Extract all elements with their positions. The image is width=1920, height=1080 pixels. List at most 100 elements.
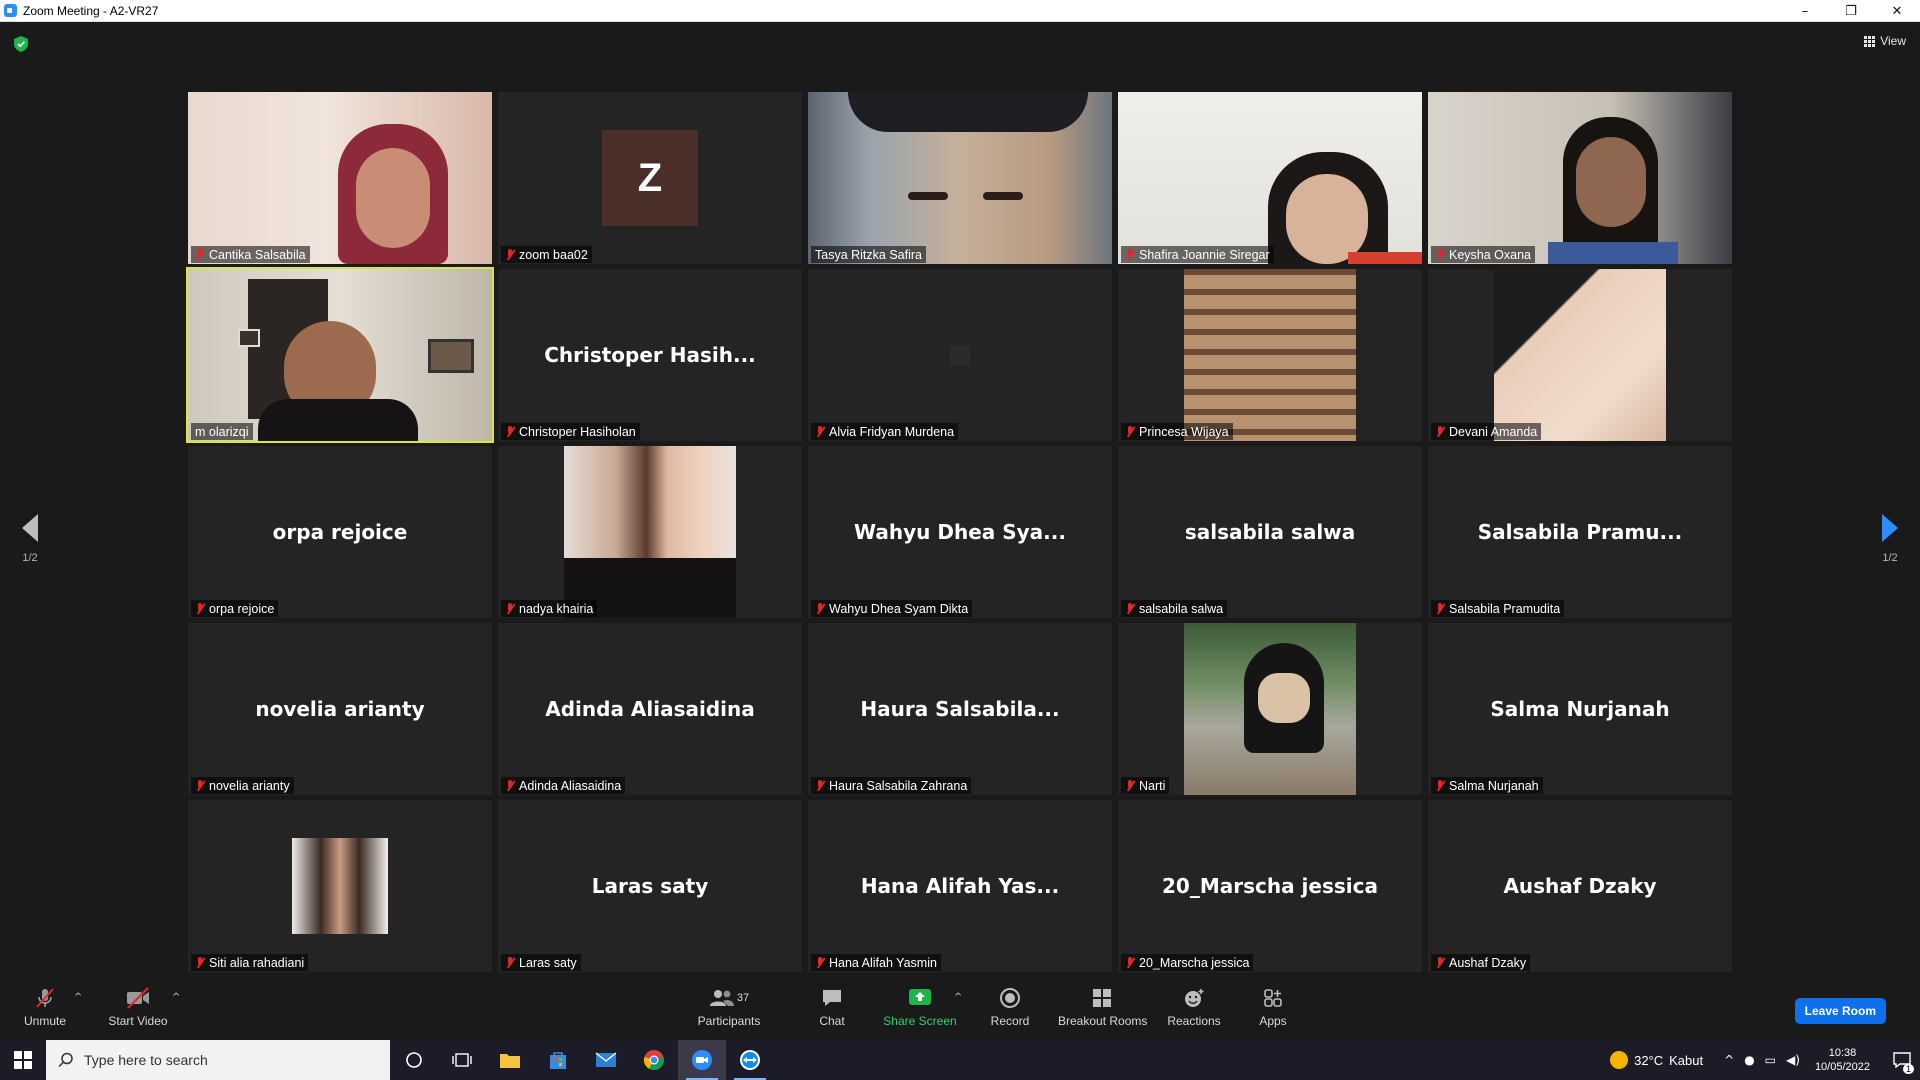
participant-name-label: Princesa Wijaya <box>1121 423 1233 440</box>
muted-mic-icon <box>1125 780 1135 792</box>
participants-icon <box>709 990 734 1006</box>
participant-tile[interactable]: nadya khairia <box>498 446 802 618</box>
unmute-button[interactable]: Unmute <box>20 986 70 1028</box>
participant-tile[interactable]: Alvia Fridyan Murdena <box>808 269 1112 441</box>
leave-room-button[interactable]: Leave Room <box>1794 998 1886 1024</box>
participant-name-label: Tasya Ritzka Safira <box>811 246 926 263</box>
participant-name-label: 20_Marscha jessica <box>1121 954 1254 971</box>
participant-tile[interactable]: orpa rejoice orpa rejoice <box>188 446 492 618</box>
participant-tile[interactable]: Salsabila Pramu... Salsabila Pramudita <box>1428 446 1732 618</box>
meeting-toolbar: Unmute ^ Start Video ^ 37 Participants C… <box>0 980 1920 1040</box>
muted-mic-icon <box>815 780 825 792</box>
share-screen-button[interactable]: Share Screen <box>880 986 960 1028</box>
zoom-taskbar-button[interactable] <box>678 1040 726 1080</box>
teamviewer-button[interactable] <box>726 1040 774 1080</box>
participant-video <box>188 92 492 264</box>
reactions-button[interactable]: Reactions <box>1166 986 1222 1028</box>
participant-name: Devani Amanda <box>1449 425 1538 439</box>
muted-mic-icon <box>195 780 205 792</box>
muted-mic-icon <box>815 603 825 615</box>
store-button[interactable] <box>534 1040 582 1080</box>
close-button[interactable]: ✕ <box>1874 0 1920 22</box>
muted-mic-icon <box>505 426 515 438</box>
apps-button[interactable]: Apps <box>1254 986 1292 1028</box>
participant-tile[interactable]: Cantika Salsabila <box>188 92 492 264</box>
reactions-label: Reactions <box>1167 1014 1221 1028</box>
participant-name: Hana Alifah Yasmin <box>829 956 937 970</box>
participant-video <box>1118 92 1422 264</box>
breakout-rooms-button[interactable]: Breakout Rooms <box>1058 986 1147 1028</box>
previous-page-button[interactable]: 1/2 <box>15 514 45 564</box>
taskbar-pinned-apps <box>390 1040 774 1080</box>
participant-tile[interactable]: Laras saty Laras saty <box>498 800 802 972</box>
participant-tile[interactable]: Keysha Oxana <box>1428 92 1732 264</box>
chat-button[interactable]: Chat <box>812 986 852 1028</box>
participant-tile[interactable]: salsabila salwa salsabila salwa <box>1118 446 1422 618</box>
task-view-button[interactable] <box>438 1040 486 1080</box>
participant-tile[interactable]: Adinda Aliasaidina Adinda Aliasaidina <box>498 623 802 795</box>
participant-tile[interactable]: 20_Marscha jessica 20_Marscha jessica <box>1118 800 1422 972</box>
cortana-button[interactable] <box>390 1040 438 1080</box>
notification-center-button[interactable]: 1 <box>1884 1040 1920 1080</box>
unmute-label: Unmute <box>23 1014 67 1028</box>
network-icon[interactable]: ▭ <box>1765 1053 1776 1067</box>
page-indicator-right: 1/2 <box>1882 552 1898 564</box>
search-icon <box>58 1052 73 1068</box>
participant-name: Wahyu Dhea Syam Dikta <box>829 602 969 616</box>
participant-tile[interactable]: Wahyu Dhea Sya... Wahyu Dhea Syam Dikta <box>808 446 1112 618</box>
participant-tile[interactable]: Z zoom baa02 <box>498 92 802 264</box>
participant-name-label: nadya khairia <box>501 600 598 617</box>
zoom-app-icon <box>4 4 17 17</box>
start-button[interactable] <box>0 1040 46 1080</box>
file-explorer-button[interactable] <box>486 1040 534 1080</box>
weather-sun-icon <box>1610 1051 1629 1069</box>
record-label: Record <box>990 1014 1030 1028</box>
record-button[interactable]: Record <box>986 986 1034 1028</box>
video-options-caret-icon[interactable]: ^ <box>172 992 180 1003</box>
view-button[interactable]: View <box>1864 34 1906 48</box>
cortana-icon <box>406 1052 422 1068</box>
participant-tile[interactable]: Salma Nurjanah Salma Nurjanah <box>1428 623 1732 795</box>
participant-tile[interactable]: Haura Salsabila... Haura Salsabila Zahra… <box>808 623 1112 795</box>
encryption-shield-icon[interactable] <box>14 36 28 52</box>
restore-button[interactable]: ❐ <box>1828 0 1874 22</box>
active-speaker-tile[interactable]: m olarizqi <box>186 267 494 443</box>
participant-video <box>808 92 1112 264</box>
participant-tile[interactable]: Hana Alifah Yas... Hana Alifah Yasmin <box>808 800 1112 972</box>
next-page-button[interactable]: 1/2 <box>1875 514 1905 564</box>
chevron-up-icon[interactable]: ^ <box>1724 1053 1734 1067</box>
participant-tile[interactable]: Siti alia rahadiani <box>188 800 492 972</box>
weather-widget[interactable]: 32°C Kabut <box>1610 1051 1703 1069</box>
minimize-button[interactable]: – <box>1782 0 1828 22</box>
participant-name-label: Salma Nurjanah <box>1431 777 1543 794</box>
clock[interactable]: 10:38 10/05/2022 <box>1815 1046 1870 1074</box>
microphone-tray-icon[interactable]: ● <box>1744 1053 1754 1067</box>
muted-mic-icon <box>505 780 515 792</box>
mail-button[interactable] <box>582 1040 630 1080</box>
participant-name-label: Siti alia rahadiani <box>191 954 309 971</box>
participant-tile[interactable]: Aushaf Dzaky Aushaf Dzaky <box>1428 800 1732 972</box>
participant-tile[interactable]: Christoper Hasih... Christoper Hasiholan <box>498 269 802 441</box>
share-options-caret-icon[interactable]: ^ <box>954 992 962 1003</box>
participant-name: Adinda Aliasaidina <box>519 779 622 793</box>
participant-tile[interactable]: Narti <box>1118 623 1422 795</box>
reactions-icon <box>1185 989 1204 1007</box>
volume-icon[interactable]: ◀) <box>1786 1053 1800 1067</box>
participant-tile[interactable]: Devani Amanda <box>1428 269 1732 441</box>
taskbar-search-box[interactable]: Type here to search <box>46 1040 390 1080</box>
participant-name: Laras saty <box>519 956 577 970</box>
participant-display-name: Salma Nurjanah <box>1490 697 1670 721</box>
chrome-button[interactable] <box>630 1040 678 1080</box>
task-view-icon <box>452 1053 472 1067</box>
participant-tile[interactable]: novelia arianty novelia arianty <box>188 623 492 795</box>
participant-tile[interactable]: Tasya Ritzka Safira <box>808 92 1112 264</box>
audio-options-caret-icon[interactable]: ^ <box>74 992 82 1003</box>
participant-name: novelia arianty <box>209 779 290 793</box>
participant-name: salsabila salwa <box>1139 602 1224 616</box>
zoom-icon <box>692 1050 712 1070</box>
window-title-bar: Zoom Meeting - A2-VR27 – ❐ ✕ <box>0 0 1920 22</box>
participant-tile[interactable]: Princesa Wijaya <box>1118 269 1422 441</box>
participant-tile[interactable]: Shafira Joannie Siregar <box>1118 92 1422 264</box>
participants-button[interactable]: 37 Participants <box>690 986 768 1028</box>
start-video-button[interactable]: Start Video <box>106 986 170 1028</box>
